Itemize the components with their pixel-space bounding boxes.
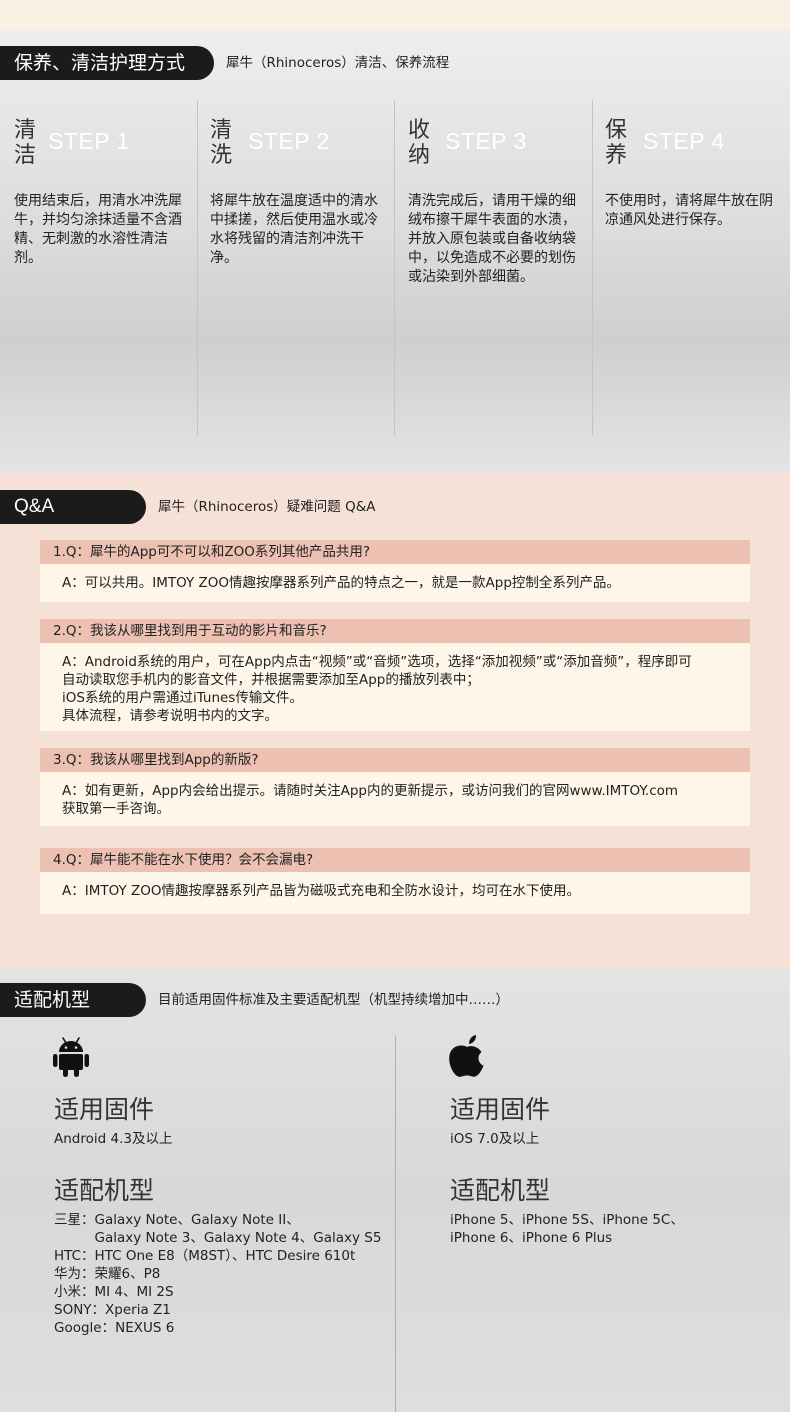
answer-1: A：可以共用。IMTOY ZOO情趣按摩器系列产品的特点之一，就是一款App控制… bbox=[40, 564, 750, 602]
compat-subtitle: 目前适用固件标准及主要适配机型（机型持续增加中……） bbox=[158, 992, 509, 1008]
step-4-label: STEP 4 bbox=[643, 128, 725, 154]
step-1-label: STEP 1 bbox=[48, 128, 130, 154]
care-section: 保养、清洁护理方式 犀牛（Rhinoceros）清洁、保养流程 清 洁 STEP… bbox=[0, 30, 790, 474]
ios-models-heading: 适配机型 bbox=[450, 1176, 551, 1205]
android-model-row: 小米：MI 4、MI 2S bbox=[54, 1284, 174, 1300]
ios-model-row: iPhone 6、iPhone 6 Plus bbox=[450, 1230, 613, 1246]
answer-4-line: A：IMTOY ZOO情趣按摩器系列产品皆为磁吸式充电和全防水设计，均可在水下使… bbox=[62, 883, 581, 899]
ios-models-list: iPhone 5、iPhone 5S、iPhone 5C、 iPhone 6、i… bbox=[450, 1211, 684, 1247]
step-4-char-2: 养 bbox=[605, 143, 628, 168]
ios-firmware-value: iOS 7.0及以上 bbox=[450, 1131, 540, 1147]
step-3-char-2: 纳 bbox=[408, 143, 431, 168]
android-firmware-heading: 适用固件 bbox=[54, 1095, 155, 1124]
android-model-row: SONY：Xperia Z1 bbox=[54, 1302, 171, 1318]
answer-3-line: A：如有更新，App内会给出提示。请随时关注App内的更新提示，或访问我们的官网… bbox=[62, 783, 679, 799]
answer-1-line: A：可以共用。IMTOY ZOO情趣按摩器系列产品的特点之一，就是一款App控制… bbox=[62, 575, 620, 591]
step-1-char-2: 洁 bbox=[14, 143, 37, 168]
ios-firmware-heading: 适用固件 bbox=[450, 1095, 551, 1124]
android-model-row: 三星：Galaxy Note、Galaxy Note II、 bbox=[54, 1212, 300, 1228]
answer-2-line: 具体流程，请参考说明书内的文字。 bbox=[62, 708, 278, 724]
step-2-text: 将犀牛放在温度适中的清水中揉搓，然后使用温水或冷水将残留的清洁剂冲洗干净。 bbox=[210, 193, 378, 266]
answer-2-line: iOS系统的用户需通过iTunes传输文件。 bbox=[62, 690, 303, 706]
qa-section: Q&A 犀牛（Rhinoceros）疑难问题 Q&A 1.Q：犀牛的App可不可… bbox=[0, 474, 790, 968]
question-3: 3.Q：我该从哪里找到App的新版? bbox=[40, 748, 750, 772]
android-model-row: Galaxy Note 3、Galaxy Note 4、Galaxy S5 bbox=[54, 1230, 382, 1246]
compat-title: 适配机型 bbox=[0, 983, 146, 1017]
care-subtitle: 犀牛（Rhinoceros）清洁、保养流程 bbox=[226, 55, 450, 71]
step-3-text: 清洗完成后，请用干燥的细绒布擦干犀牛表面的水渍，并放入原包装或自备收纳袋中，以免… bbox=[408, 193, 576, 285]
answer-3: A：如有更新，App内会给出提示。请随时关注App内的更新提示，或访问我们的官网… bbox=[40, 772, 750, 826]
step-1-text: 使用结束后，用清水冲洗犀牛，并均匀涂抹适量不含酒精、无刺激的水溶性清洁剂。 bbox=[14, 193, 182, 266]
ios-model-row: iPhone 5、iPhone 5S、iPhone 5C、 bbox=[450, 1212, 684, 1228]
question-4: 4.Q：犀牛能不能在水下使用？会不会漏电? bbox=[40, 848, 750, 872]
step-4-text: 不使用时，请将犀牛放在阴凉通风处进行保存。 bbox=[605, 193, 773, 228]
question-2: 2.Q：我该从哪里找到用于互动的影片和音乐? bbox=[40, 619, 750, 643]
android-models-heading: 适配机型 bbox=[54, 1176, 155, 1205]
android-model-row: HTC：HTC One E8（M8ST）、HTC Desire 610t bbox=[54, 1248, 356, 1264]
step-4-char-1: 保 bbox=[605, 118, 628, 143]
step-4: 保 养 STEP 4 不使用时，请将犀牛放在阴凉通风处进行保存。 bbox=[592, 100, 789, 436]
android-model-row: 华为：荣耀6、P8 bbox=[54, 1266, 161, 1282]
android-model-row: Google：NEXUS 6 bbox=[54, 1320, 175, 1336]
answer-2: A：Android系统的用户，可在App内点击“视频”或“音频”选项，选择“添加… bbox=[40, 643, 750, 731]
step-3: 收 纳 STEP 3 清洗完成后，请用干燥的细绒布擦干犀牛表面的水渍，并放入原包… bbox=[394, 100, 591, 436]
android-models-list: 三星：Galaxy Note、Galaxy Note II、 Galaxy No… bbox=[54, 1211, 381, 1337]
step-1: 清 洁 STEP 1 使用结束后，用清水冲洗犀牛，并均匀涂抹适量不含酒精、无刺激… bbox=[0, 100, 197, 436]
step-2-label: STEP 2 bbox=[248, 128, 330, 154]
answer-3-line: 获取第一手咨询。 bbox=[62, 801, 170, 817]
top-strip bbox=[0, 0, 790, 30]
qa-subtitle: 犀牛（Rhinoceros）疑难问题 Q&A bbox=[158, 499, 376, 515]
care-title: 保养、清洁护理方式 bbox=[0, 46, 214, 80]
android-firmware-value: Android 4.3及以上 bbox=[54, 1131, 173, 1147]
answer-2-line: 自动读取您手机内的影音文件，并根据需要添加至App的播放列表中； bbox=[62, 672, 480, 688]
apple-icon bbox=[449, 1035, 484, 1077]
step-2-char-1: 清 bbox=[210, 118, 233, 143]
answer-4: A：IMTOY ZOO情趣按摩器系列产品皆为磁吸式充电和全防水设计，均可在水下使… bbox=[40, 872, 750, 914]
step-2-char-2: 洗 bbox=[210, 143, 233, 168]
answer-2-line: A：Android系统的用户，可在App内点击“视频”或“音频”选项，选择“添加… bbox=[62, 654, 692, 670]
step-3-label: STEP 3 bbox=[445, 128, 527, 154]
column-divider bbox=[395, 1036, 396, 1412]
compat-section: 适配机型 目前适用固件标准及主要适配机型（机型持续增加中……） 适用固件 And… bbox=[0, 968, 790, 1412]
qa-title: Q&A bbox=[0, 490, 146, 524]
step-1-char-1: 清 bbox=[14, 118, 37, 143]
step-2: 清 洗 STEP 2 将犀牛放在温度适中的清水中揉搓，然后使用温水或冷水将残留的… bbox=[197, 100, 394, 436]
question-1: 1.Q：犀牛的App可不可以和ZOO系列其他产品共用? bbox=[40, 540, 750, 564]
android-icon bbox=[53, 1037, 89, 1077]
step-3-char-1: 收 bbox=[408, 118, 431, 143]
